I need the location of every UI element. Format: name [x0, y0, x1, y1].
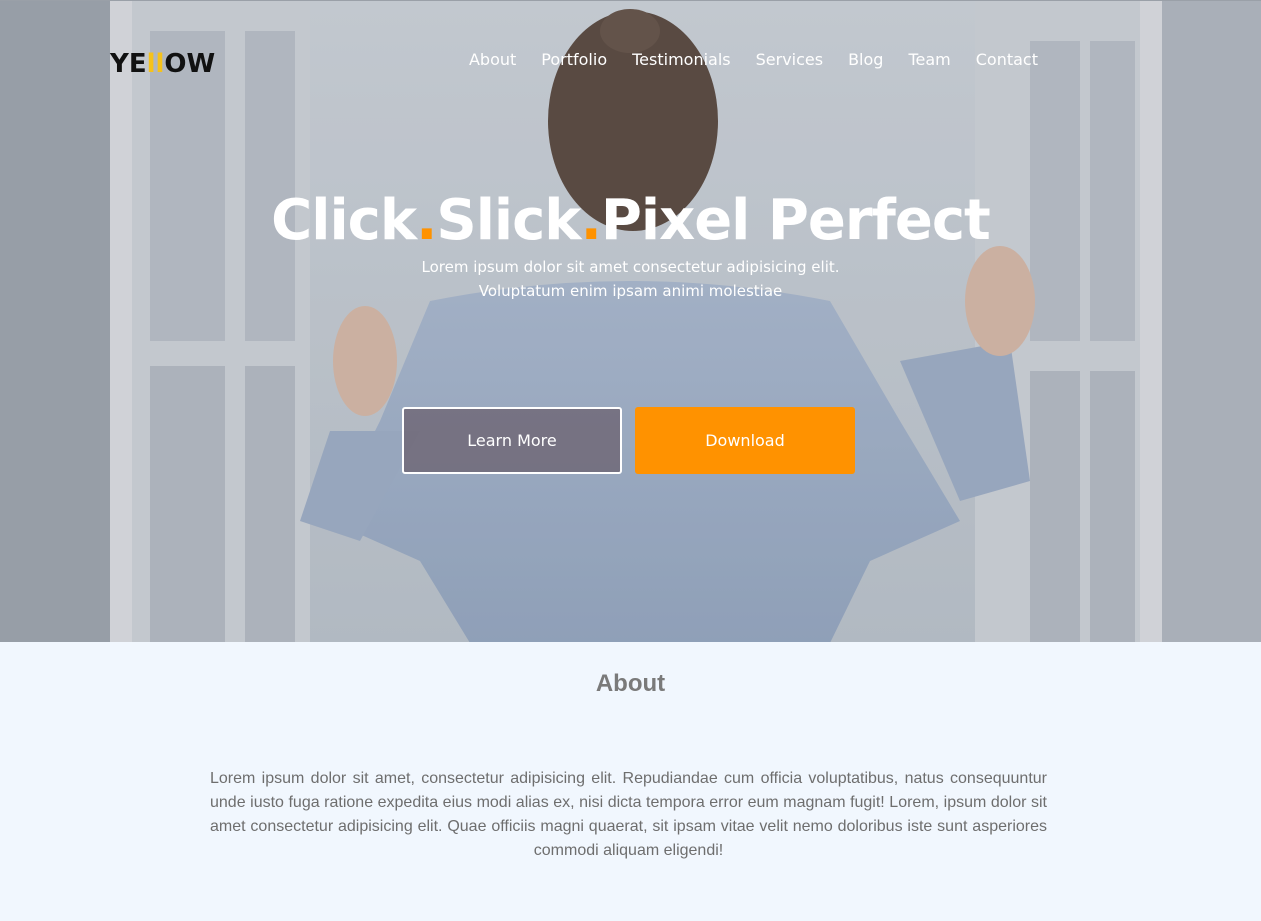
main-nav: About Portfolio Testimonials Services Bl…	[444, 49, 1038, 71]
hero-subtext-line2: Voluptatum enim ipsam animi molestiae	[478, 282, 783, 300]
nav-testimonials[interactable]: Testimonials	[632, 49, 731, 71]
nav-team[interactable]: Team	[908, 49, 950, 71]
headline-word-click: Click	[271, 188, 417, 253]
nav-contact[interactable]: Contact	[976, 49, 1038, 71]
logo-text: YEllOW	[110, 49, 215, 79]
about-body-text: Lorem ipsum dolor sit amet, consectetur …	[210, 770, 1047, 859]
hero-subtext-line1: Lorem ipsum dolor sit amet consectetur a…	[421, 258, 840, 276]
yellow-logo-icon: ll	[146, 49, 165, 79]
hero-subtext: Lorem ipsum dolor sit amet consectetur a…	[0, 255, 1261, 303]
headline-dot: .	[580, 188, 602, 253]
nav-portfolio[interactable]: Portfolio	[541, 49, 607, 71]
nav-about[interactable]: About	[469, 49, 516, 71]
learn-more-button[interactable]: Learn More	[402, 407, 622, 474]
download-button[interactable]: Download	[635, 407, 855, 474]
headline-words-pixel-perfect: Pixel Perfect	[600, 188, 991, 253]
about-title: About	[595, 670, 666, 697]
logo-text-suffix: OW	[164, 49, 216, 79]
headline-dot: .	[416, 188, 437, 253]
headline-word-slick: Slick	[436, 188, 581, 253]
nav-blog[interactable]: Blog	[848, 49, 883, 71]
brand-logo[interactable]: YEllOW	[110, 41, 230, 87]
hero-overlay	[0, 1, 1261, 642]
hero-headline: Click.Slick.Pixel Perfect	[0, 188, 1261, 254]
nav-services[interactable]: Services	[756, 49, 823, 71]
logo-text-prefix: YE	[110, 49, 147, 79]
hero-section: YEllOW About Portfolio Testimonials Serv…	[0, 0, 1261, 642]
